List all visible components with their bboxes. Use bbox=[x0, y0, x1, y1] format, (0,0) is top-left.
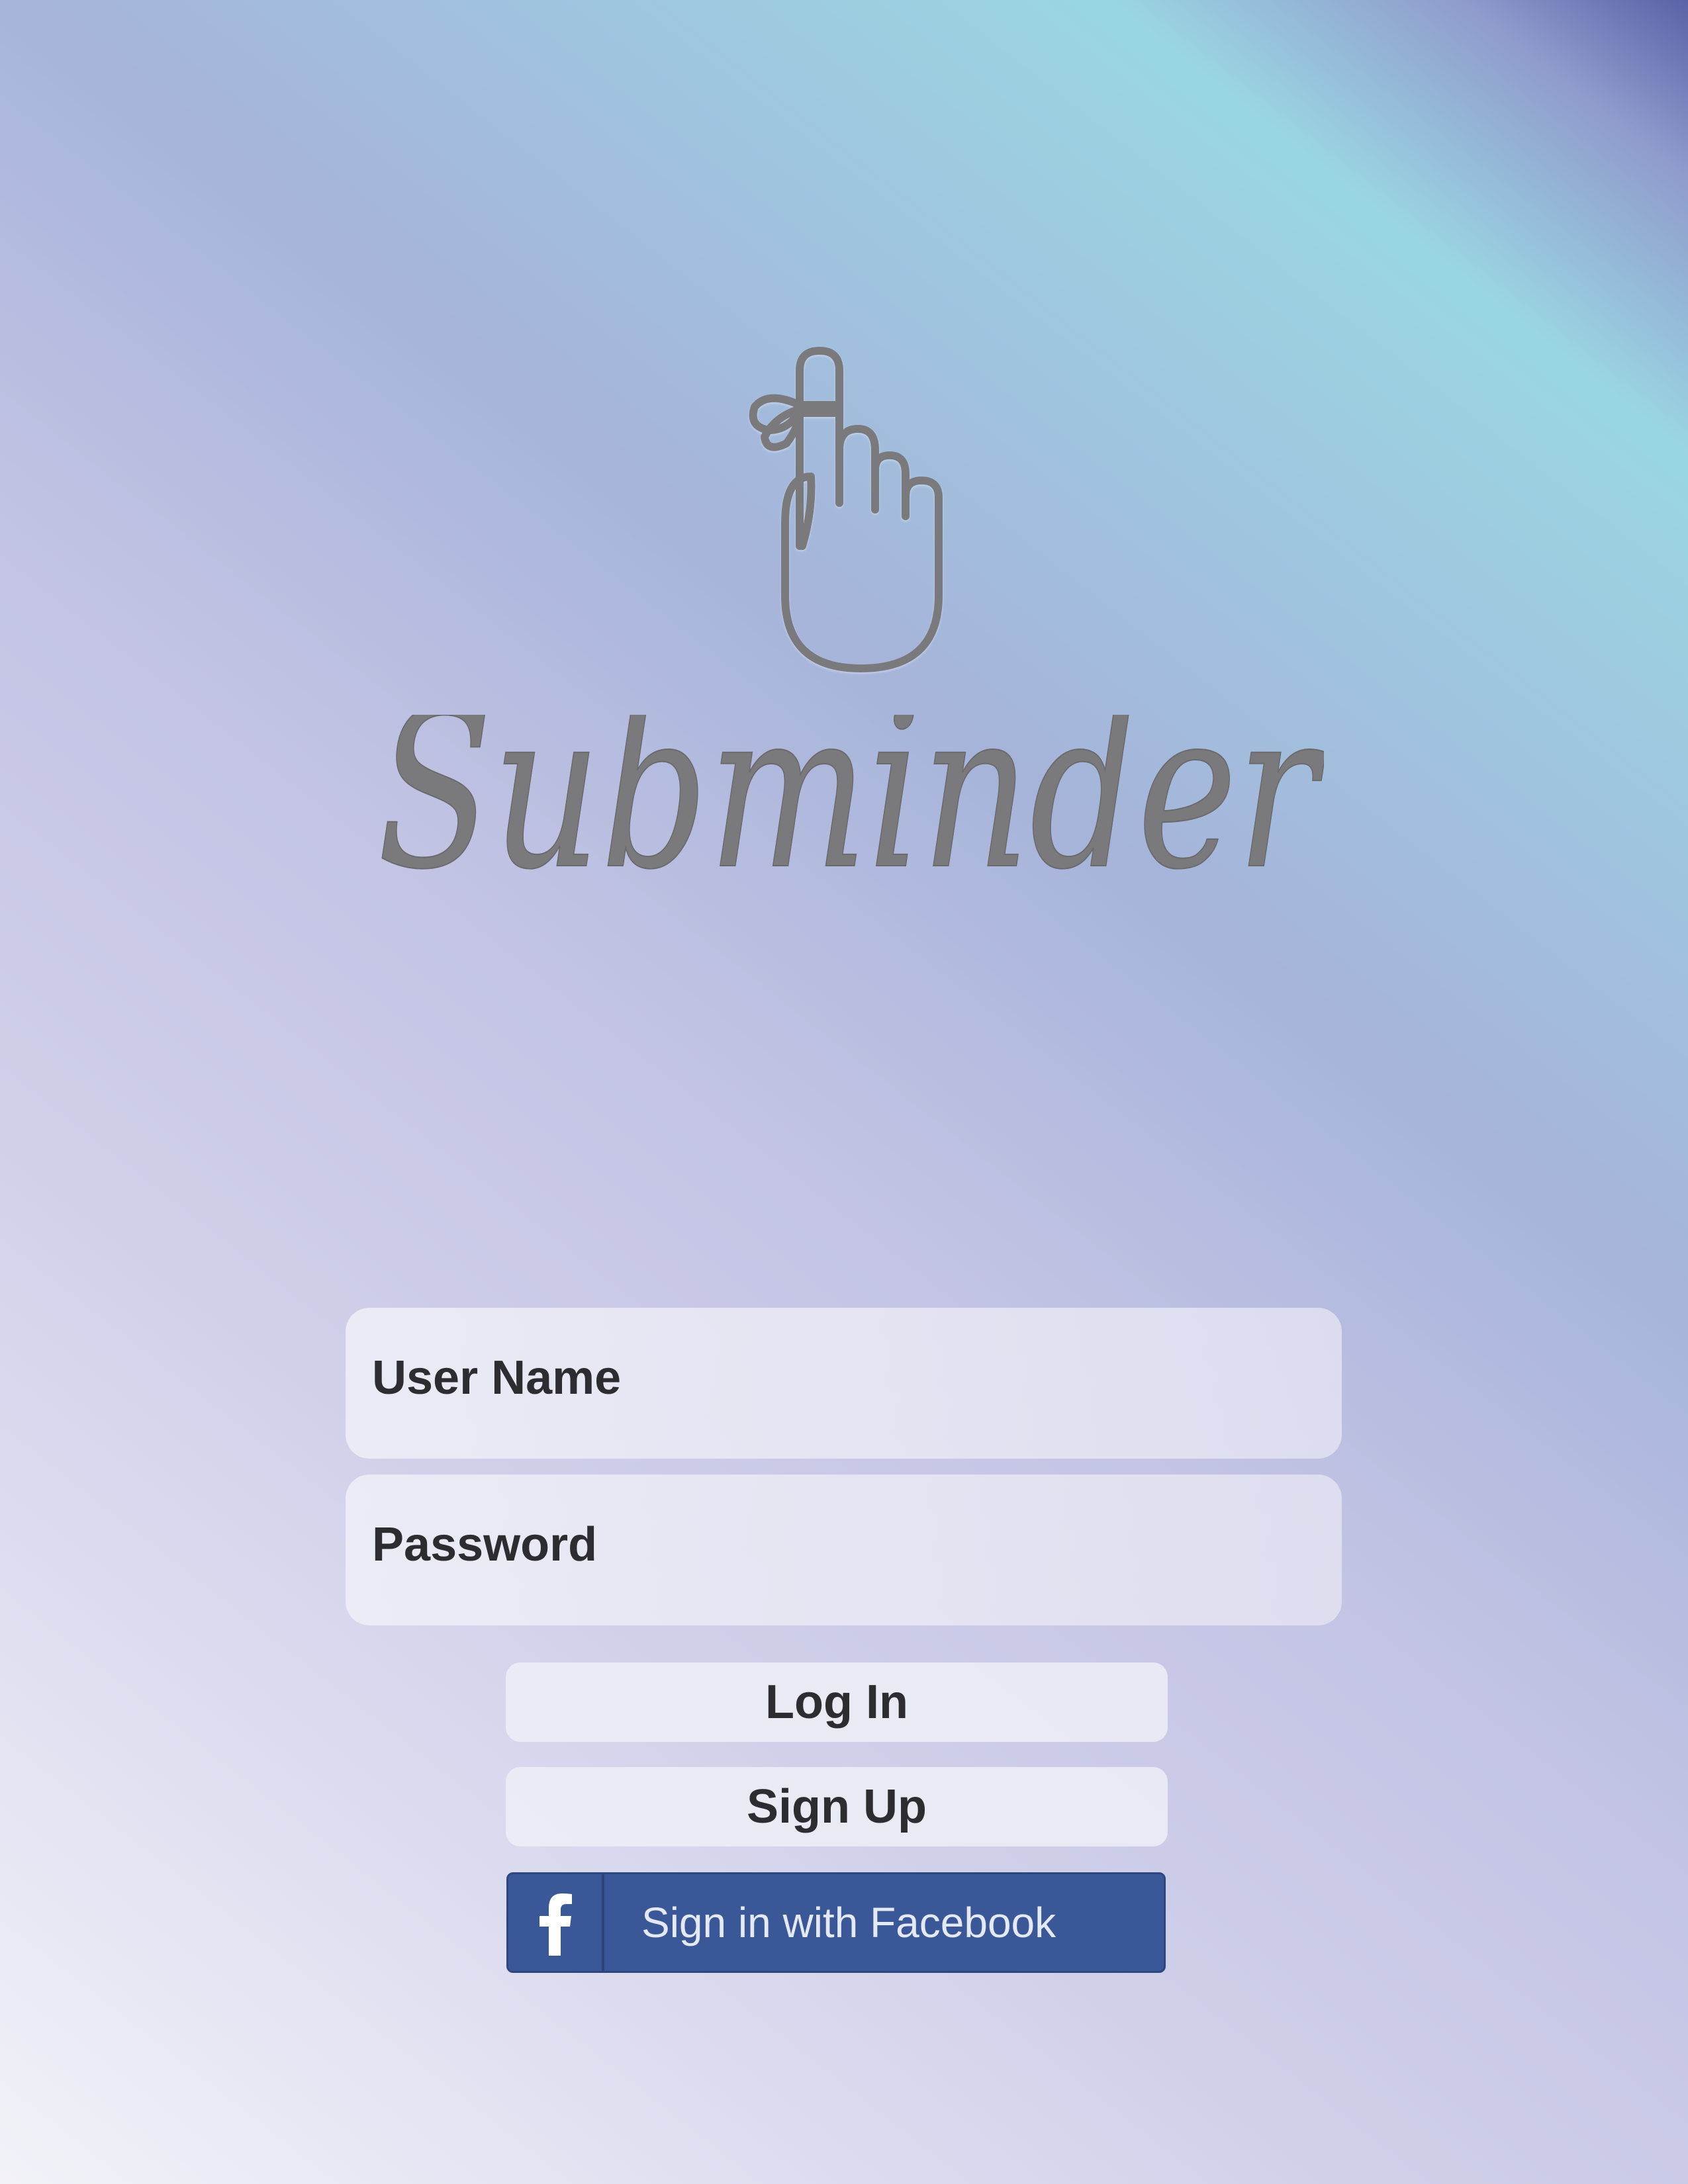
facebook-f-icon bbox=[539, 1893, 572, 1956]
signup-button[interactable]: Sign Up bbox=[506, 1767, 1168, 1846]
facebook-signin-button[interactable]: Sign in with Facebook bbox=[506, 1872, 1166, 1973]
finger-string-logo-icon bbox=[749, 347, 943, 672]
facebook-icon-container bbox=[508, 1874, 604, 1971]
username-input[interactable] bbox=[346, 1308, 1342, 1459]
username-field[interactable] bbox=[346, 1308, 1342, 1459]
password-field[interactable] bbox=[346, 1475, 1342, 1625]
password-input[interactable] bbox=[346, 1475, 1342, 1625]
app-logo-wordmark: Subminder bbox=[377, 715, 1324, 918]
facebook-signin-label: Sign in with Facebook bbox=[641, 1899, 1056, 1946]
app-logo-text: Subminder bbox=[377, 715, 1324, 917]
login-button[interactable]: Log In bbox=[506, 1662, 1168, 1742]
